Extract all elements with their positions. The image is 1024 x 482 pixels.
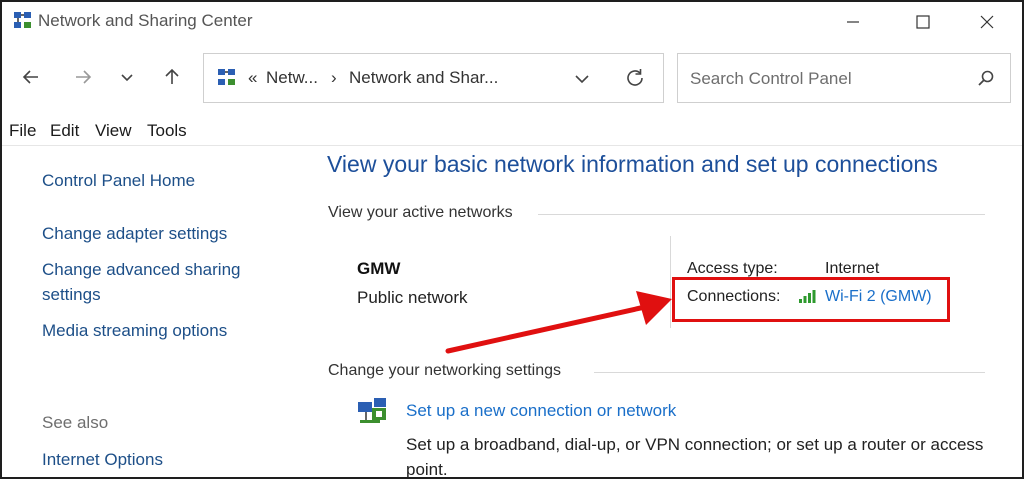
address-dropdown-button[interactable] bbox=[572, 68, 592, 93]
section-divider bbox=[594, 372, 985, 373]
breadcrumb-overflow[interactable]: « bbox=[248, 68, 257, 88]
minimize-button[interactable] bbox=[830, 6, 876, 38]
network-center-icon bbox=[218, 69, 235, 85]
section-divider bbox=[538, 214, 985, 215]
active-networks-title: View your active networks bbox=[328, 204, 513, 221]
refresh-icon bbox=[627, 69, 643, 86]
annotation-arrow-icon bbox=[445, 291, 672, 354]
breadcrumb-network-sharing[interactable]: Network and Shar... bbox=[349, 68, 498, 88]
access-type-label: Access type: bbox=[687, 260, 778, 277]
search-box[interactable] bbox=[677, 53, 1011, 103]
close-button[interactable] bbox=[964, 6, 1010, 38]
page-title: View your basic network information and … bbox=[327, 151, 938, 177]
setup-description: Set up a broadband, dial-up, or VPN conn… bbox=[406, 435, 984, 479]
new-connection-icon bbox=[358, 398, 386, 423]
refresh-button[interactable] bbox=[624, 67, 646, 94]
up-button[interactable] bbox=[157, 62, 187, 92]
menu-file[interactable]: File bbox=[9, 121, 36, 141]
see-also-label: See also bbox=[42, 413, 109, 432]
sidebar-control-panel-home[interactable]: Control Panel Home bbox=[42, 168, 195, 193]
sidebar: Control Panel Home Change adapter settin… bbox=[2, 146, 302, 477]
sidebar-change-advanced-sharing[interactable]: Change advanced sharing settings bbox=[42, 257, 262, 307]
minimize-icon bbox=[847, 21, 859, 23]
breadcrumb-separator[interactable]: › bbox=[331, 68, 337, 88]
access-type-value: Internet bbox=[825, 260, 880, 277]
menu-edit[interactable]: Edit bbox=[50, 121, 79, 141]
chevron-down-icon bbox=[121, 74, 133, 82]
sidebar-media-streaming-options[interactable]: Media streaming options bbox=[42, 318, 227, 343]
search-icon[interactable] bbox=[976, 68, 996, 88]
chevron-down-icon bbox=[575, 75, 589, 84]
sidebar-internet-options[interactable]: Internet Options bbox=[42, 447, 163, 472]
arrow-left-icon bbox=[22, 70, 38, 84]
menu-tools[interactable]: Tools bbox=[147, 121, 187, 141]
address-bar[interactable]: « Netw... › Network and Shar... bbox=[203, 53, 664, 103]
title-bar: Network and Sharing Center bbox=[2, 2, 1022, 40]
breadcrumb-network-internet[interactable]: Netw... bbox=[266, 68, 318, 88]
network-center-icon bbox=[14, 12, 31, 28]
annotation-highlight-box bbox=[672, 277, 950, 322]
arrow-up-icon bbox=[165, 68, 179, 84]
change-settings-title: Change your networking settings bbox=[328, 362, 562, 379]
maximize-button[interactable] bbox=[900, 6, 946, 38]
maximize-icon bbox=[916, 15, 930, 29]
arrow-right-icon bbox=[76, 70, 92, 84]
sidebar-change-adapter-settings[interactable]: Change adapter settings bbox=[42, 221, 227, 246]
setup-new-connection-link[interactable]: Set up a new connection or network bbox=[406, 401, 676, 421]
search-input[interactable] bbox=[688, 66, 962, 92]
close-icon bbox=[980, 15, 994, 29]
recent-locations-button[interactable] bbox=[112, 62, 142, 92]
window-title: Network and Sharing Center bbox=[38, 11, 253, 30]
back-button[interactable] bbox=[16, 62, 46, 92]
forward-button[interactable] bbox=[68, 62, 98, 92]
menu-view[interactable]: View bbox=[95, 121, 132, 141]
network-name: GMW bbox=[357, 259, 401, 278]
